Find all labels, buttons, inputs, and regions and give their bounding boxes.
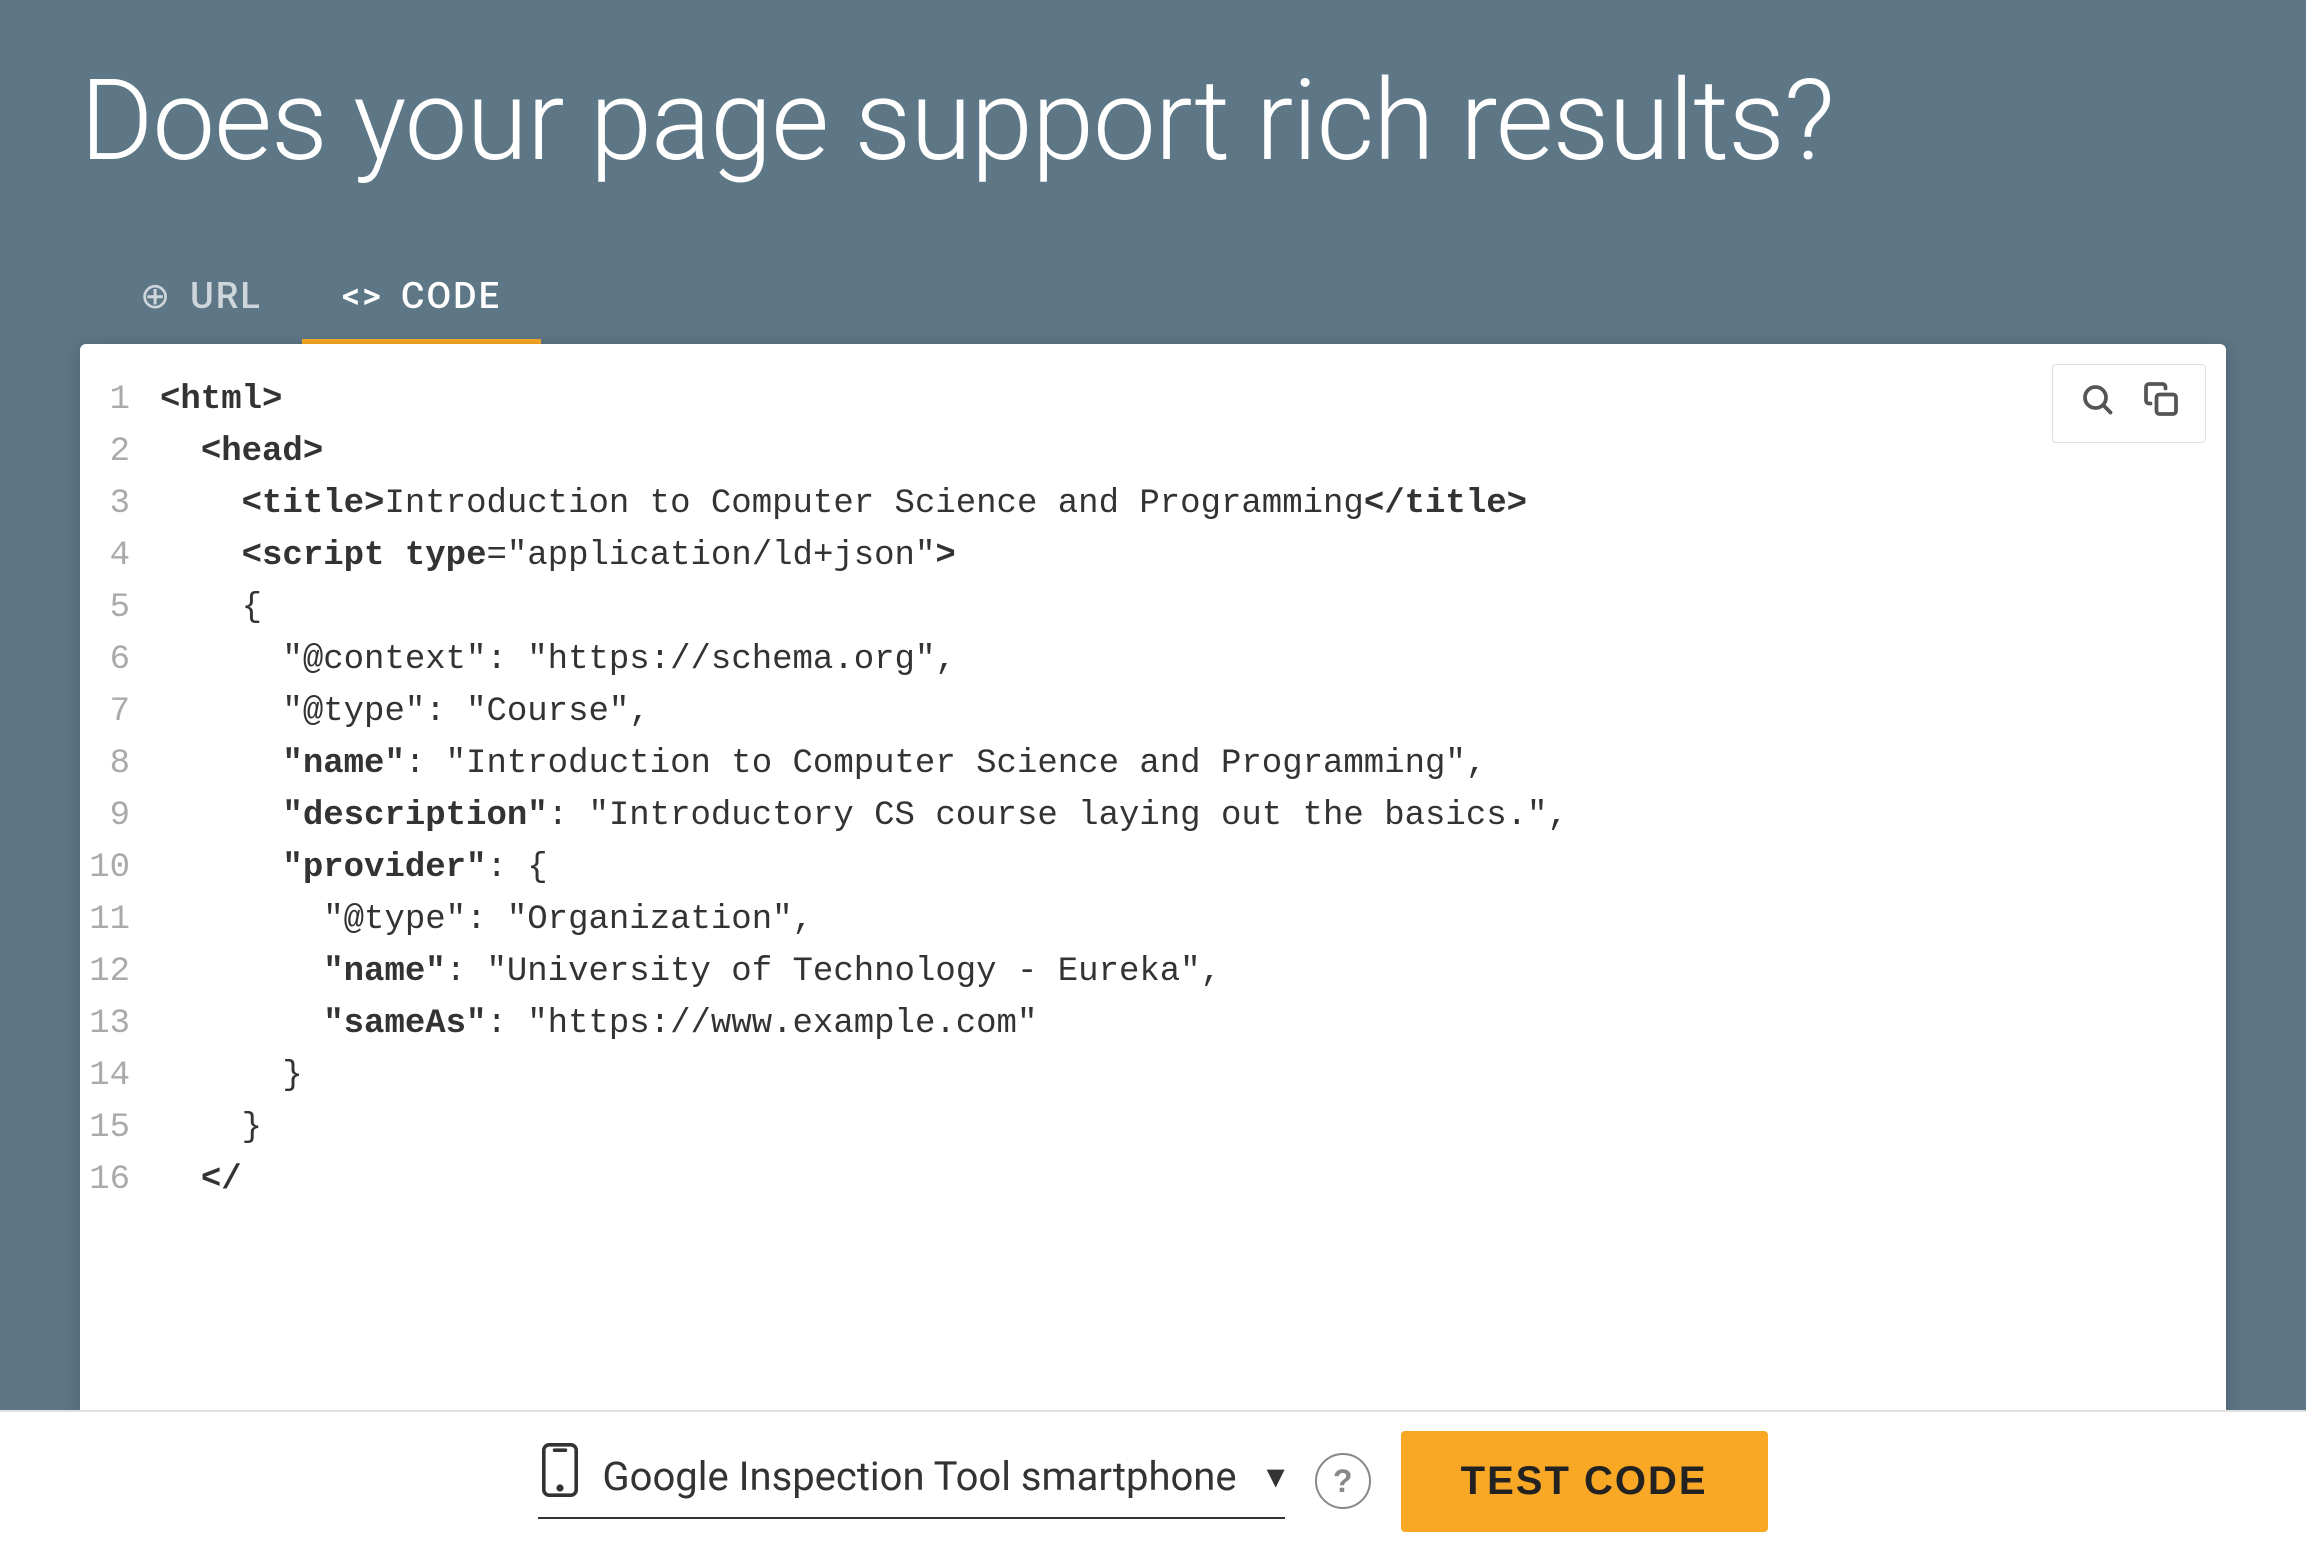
table-row: 1 <html> <box>80 374 2226 426</box>
code-editor: 1 <html> 2 <head> 3 <title>Introduction … <box>80 344 2226 1550</box>
table-row: 4 <script type="application/ld+json"> <box>80 530 2226 582</box>
tab-url[interactable]: ⊕ URL <box>100 253 302 344</box>
table-row: 14 } <box>80 1050 2226 1102</box>
help-icon: ? <box>1333 1463 1353 1500</box>
smartphone-icon <box>538 1443 582 1509</box>
page-wrapper: Does your page support rich results? ⊕ U… <box>0 0 2306 1550</box>
table-row: 5 { <box>80 582 2226 634</box>
copy-icon <box>2143 381 2179 426</box>
code-icon: <> <box>342 278 383 314</box>
code-area[interactable]: 1 <html> 2 <head> 3 <title>Introduction … <box>80 344 2226 1550</box>
bottom-bar: Google Inspection Tool smartphone ▾ ? TE… <box>0 1410 2306 1550</box>
chevron-down-icon: ▾ <box>1267 1455 1285 1497</box>
table-row: 8 "name": "Introduction to Computer Scie… <box>80 738 2226 790</box>
table-row: 6 "@context": "https://schema.org", <box>80 634 2226 686</box>
tab-code[interactable]: <> CODE <box>302 253 541 344</box>
table-row: 7 "@type": "Course", <box>80 686 2226 738</box>
globe-icon: ⊕ <box>140 278 172 314</box>
table-row: 12 "name": "University of Technology - E… <box>80 946 2226 998</box>
search-icon <box>2079 381 2115 426</box>
table-row: 13 "sameAs": "https://www.example.com" <box>80 998 2226 1050</box>
test-code-button[interactable]: TEST CODE <box>1401 1431 1768 1532</box>
device-label: Google Inspection Tool smartphone <box>602 1453 1236 1500</box>
table-row: 15 } <box>80 1102 2226 1154</box>
device-selector[interactable]: Google Inspection Tool smartphone ▾ <box>538 1443 1284 1519</box>
tabs-row: ⊕ URL <> CODE <box>80 253 2226 344</box>
table-row: 3 <title>Introduction to Computer Scienc… <box>80 478 2226 530</box>
table-row: 2 <head> <box>80 426 2226 478</box>
copy-button[interactable] <box>2129 373 2193 434</box>
help-button[interactable]: ? <box>1315 1453 1371 1509</box>
table-row: 9 "description": "Introductory CS course… <box>80 790 2226 842</box>
search-button[interactable] <box>2065 373 2129 434</box>
tab-code-label: CODE <box>401 275 501 317</box>
test-code-label: TEST CODE <box>1461 1459 1708 1503</box>
editor-toolbar <box>2052 364 2206 443</box>
page-headline: Does your page support rich results? <box>80 60 2226 183</box>
table-row: 10 "provider": { <box>80 842 2226 894</box>
table-row: 16 </ <box>80 1154 2226 1206</box>
tab-url-label: URL <box>190 275 262 317</box>
table-row: 11 "@type": "Organization", <box>80 894 2226 946</box>
